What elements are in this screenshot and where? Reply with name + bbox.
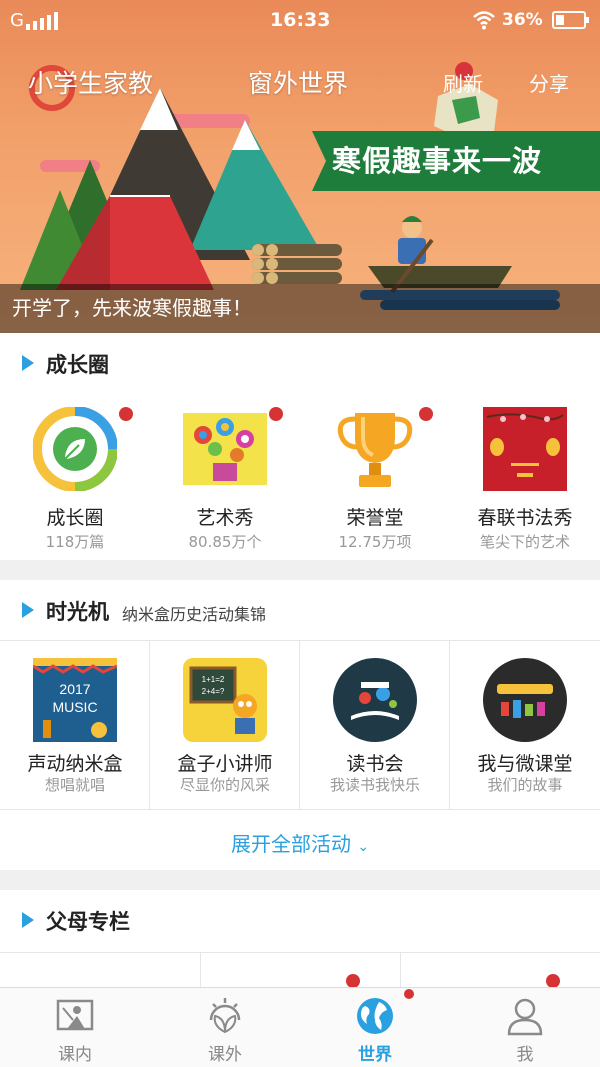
tab-label: 课内 bbox=[58, 1045, 92, 1065]
item-count: 笔尖下的艺术 bbox=[479, 533, 570, 551]
notification-dot bbox=[346, 974, 360, 988]
flower-painting-icon bbox=[183, 413, 267, 485]
item-count: 118万篇 bbox=[45, 533, 105, 551]
item-label: 我与微课堂 bbox=[477, 753, 573, 775]
person-icon bbox=[507, 998, 543, 1036]
lantern-icon bbox=[483, 407, 567, 491]
growth-circle-section: 成长圈 成长圈 118万篇 艺术秀 80.85万个 荣誉堂 12.75万项 春联… bbox=[0, 333, 600, 560]
sun-leaf-icon bbox=[209, 998, 241, 1034]
tab-in-class[interactable]: 课内 bbox=[0, 988, 150, 1067]
time-machine-section: 时光机 纳米盒历史活动集锦 2017 MUSIC 声动纳米盒 想唱就唱 1+1=… bbox=[0, 580, 600, 870]
grid-item-couplet-calligraphy[interactable]: 春联书法秀 笔尖下的艺术 bbox=[450, 407, 600, 557]
section-title: 时光机 bbox=[46, 600, 109, 624]
expand-label: 展开全部活动 bbox=[230, 832, 351, 856]
activity-reading-club[interactable]: 读书会 我读书我快乐 bbox=[300, 641, 450, 809]
notification-dot bbox=[269, 407, 283, 421]
activity-box-lecturer[interactable]: 1+1=2 2+4=? 盒子小讲师 尽显你的风采 bbox=[150, 641, 300, 809]
trophy-icon bbox=[337, 413, 413, 487]
item-sub: 我读书我快乐 bbox=[329, 776, 420, 794]
item-sub: 尽显你的风采 bbox=[179, 776, 270, 794]
notification-dot bbox=[404, 989, 414, 999]
tab-tutor[interactable]: 小学生家教 bbox=[28, 64, 153, 100]
music-poster-icon: 2017 MUSIC bbox=[33, 658, 117, 742]
classroom-icon bbox=[56, 999, 94, 1031]
globe-icon bbox=[357, 998, 393, 1034]
item-label: 成长圈 bbox=[46, 507, 104, 529]
reading-icon bbox=[333, 658, 417, 742]
item-count: 12.75万项 bbox=[338, 533, 412, 551]
activity-micro-class[interactable]: 我与微课堂 我们的故事 bbox=[450, 641, 600, 809]
item-label: 春联书法秀 bbox=[477, 507, 573, 529]
grid-item-art-show[interactable]: 艺术秀 80.85万个 bbox=[150, 407, 300, 557]
board-line-2: 2+4=? bbox=[202, 687, 225, 696]
section-title: 父母专栏 bbox=[46, 910, 130, 934]
item-sub: 我们的故事 bbox=[487, 776, 563, 794]
expand-all-activities-link[interactable]: 展开全部活动 ⌄ bbox=[0, 828, 600, 857]
tab-label: 我 bbox=[516, 1045, 534, 1065]
notification-dot bbox=[119, 407, 133, 421]
tab-world[interactable]: 世界 bbox=[300, 988, 450, 1067]
time-machine-grid: 2017 MUSIC 声动纳米盒 想唱就唱 1+1=2 2+4=? 盒子小讲师 … bbox=[0, 641, 600, 809]
item-label: 读书会 bbox=[346, 753, 404, 775]
wifi-icon bbox=[473, 11, 495, 30]
tab-label: 世界 bbox=[358, 1045, 392, 1065]
carrier-label: G bbox=[10, 10, 24, 31]
tab-label: 课外 bbox=[208, 1045, 242, 1065]
battery-icon bbox=[552, 11, 589, 29]
section-header: 成长圈 bbox=[0, 333, 600, 393]
section-marker-icon bbox=[22, 912, 34, 928]
divider bbox=[0, 809, 600, 810]
section-header: 时光机 纳米盒历史活动集锦 bbox=[0, 580, 600, 640]
section-subtitle: 纳米盒历史活动集锦 bbox=[122, 605, 267, 624]
activity-banner[interactable]: G 16:33 36% 小学生家教 窗外世界 刷新 分享 寒假趣事来一波 开学了… bbox=[0, 0, 600, 333]
microclass-icon bbox=[483, 658, 567, 742]
banner-ribbon: 寒假趣事来一波 bbox=[312, 131, 600, 191]
notification-dot bbox=[546, 974, 560, 988]
status-time: 16:33 bbox=[270, 9, 331, 31]
divider bbox=[200, 952, 201, 987]
section-marker-icon bbox=[22, 355, 34, 371]
tab-outside-world[interactable]: 窗外世界 bbox=[248, 64, 348, 100]
status-bar: G 16:33 36% bbox=[0, 0, 600, 42]
refresh-button[interactable]: 刷新 bbox=[443, 68, 483, 97]
section-marker-icon bbox=[22, 602, 34, 618]
activity-sound-nanobox[interactable]: 2017 MUSIC 声动纳米盒 想唱就唱 bbox=[0, 641, 150, 809]
item-sub: 想唱就唱 bbox=[44, 776, 105, 794]
notification-dot bbox=[419, 407, 433, 421]
divider bbox=[400, 952, 401, 987]
parents-column-section: 父母专栏 bbox=[0, 890, 600, 988]
signal-icon bbox=[26, 12, 60, 30]
blackboard-icon: 1+1=2 2+4=? bbox=[183, 658, 267, 742]
top-nav: 小学生家教 窗外世界 刷新 分享 bbox=[0, 56, 600, 104]
grid-item-growth-circle[interactable]: 成长圈 118万篇 bbox=[0, 407, 150, 557]
battery-percent: 36% bbox=[502, 10, 543, 30]
banner-caption: 开学了，先来波寒假趣事！ bbox=[0, 284, 600, 333]
item-label: 荣誉堂 bbox=[346, 507, 404, 529]
item-label: 盒子小讲师 bbox=[177, 753, 273, 775]
divider bbox=[0, 952, 600, 953]
tab-extracurricular[interactable]: 课外 bbox=[150, 988, 300, 1067]
item-label: 声动纳米盒 bbox=[27, 753, 123, 775]
section-header: 父母专栏 bbox=[0, 890, 600, 950]
item-label: 艺术秀 bbox=[196, 507, 254, 529]
bottom-tab-bar: 课内 课外 世界 我 bbox=[0, 987, 600, 1067]
section-title: 成长圈 bbox=[46, 353, 109, 377]
grid-item-honor-hall[interactable]: 荣誉堂 12.75万项 bbox=[300, 407, 450, 557]
share-button[interactable]: 分享 bbox=[529, 68, 569, 97]
tab-me[interactable]: 我 bbox=[450, 988, 600, 1067]
poster-year: 2017 bbox=[59, 681, 90, 697]
leaf-icon bbox=[33, 407, 117, 491]
board-line-1: 1+1=2 bbox=[202, 675, 225, 684]
item-count: 80.85万个 bbox=[188, 533, 262, 551]
chevron-down-icon: ⌄ bbox=[357, 839, 370, 855]
poster-title: MUSIC bbox=[52, 699, 97, 715]
